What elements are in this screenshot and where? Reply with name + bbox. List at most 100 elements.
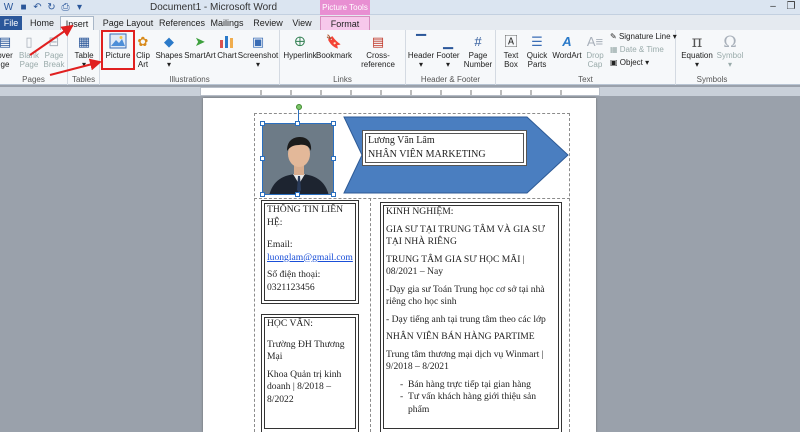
resize-handle-se[interactable] [331, 192, 336, 197]
job2-task-1: Bán hàng trực tiếp tại gian hàng [408, 379, 556, 392]
print-icon[interactable]: ⎙ [59, 1, 72, 14]
wordart-button[interactable]: A WordArt [552, 32, 582, 61]
symbol-button[interactable]: Ω Symbol ▾ [716, 32, 744, 69]
undo-icon[interactable]: ↶ [31, 1, 44, 14]
phone-label: Số điện thoại: [267, 269, 321, 280]
contact-info-box[interactable]: THÔNG TIN LIÊN HỆ: Email: luonglam@gmail… [261, 200, 359, 304]
tab-review[interactable]: Review [250, 16, 286, 30]
bookmark-icon: 🔖 [325, 33, 343, 49]
resize-handle-e[interactable] [331, 156, 336, 161]
job1-company: TRUNG TÂM GIA SƯ HỌC MÃI | 08/2021 – Nay [386, 253, 525, 278]
chart-icon [218, 32, 236, 50]
resize-handle-nw[interactable] [260, 121, 265, 126]
calendar-icon: ▦ [610, 45, 620, 54]
education-faculty: Khoa Quản trị kinh doanh | 8/2018 – 8/20… [267, 368, 342, 405]
ribbon-tabs: File Home Insert Page Layout References … [0, 15, 800, 30]
group-header-footer: ▔ Header ▾ ▁ Footer ▾ # Page Number Head… [406, 30, 496, 85]
ruler-margin-right [600, 87, 800, 96]
candidate-position: NHÂN VIÊN MARKETING [368, 149, 486, 160]
tab-format[interactable]: Format [320, 16, 370, 30]
experience-box[interactable]: KINH NGHIỆM: GIA SƯ TẠI TRUNG TÂM VÀ GIA… [380, 202, 562, 432]
group-label-illustrations: Illustrations [169, 75, 210, 84]
candidate-name: Lương Văn Lâm [368, 135, 435, 146]
footer-icon: ▁ [443, 33, 453, 49]
resize-handle-n[interactable] [295, 121, 300, 126]
arrow-to-insert-tab [29, 24, 74, 56]
object-button[interactable]: ▣ Object ▾ [610, 58, 649, 68]
email-link[interactable]: luonglam@gmail.com [267, 252, 353, 263]
arrow-to-picture-button [49, 58, 102, 76]
resize-handle-ne[interactable] [331, 121, 336, 126]
group-symbols: π Equation ▾ Ω Symbol ▾ Symbols [676, 30, 748, 85]
screenshot-icon: ▣ [251, 33, 265, 49]
cross-reference-button[interactable]: ▤ Cross-reference [352, 32, 404, 70]
redo-icon[interactable]: ↻ [45, 1, 58, 14]
page-number-icon: # [474, 33, 482, 49]
shapes-icon: ◆ [164, 33, 174, 49]
education-school: Trường ĐH Thương Mại [267, 338, 345, 363]
date-time-button[interactable]: ▦ Date & Time [610, 45, 664, 55]
rotation-handle[interactable] [296, 104, 302, 110]
group-label-text: Text [578, 75, 593, 84]
screenshot-button[interactable]: ▣ Screenshot ▾ [238, 32, 278, 70]
experience-heading: KINH NGHIỆM: [386, 206, 454, 217]
globe-link-icon: 🜨 [294, 33, 306, 49]
tab-references[interactable]: References [158, 16, 206, 30]
job2-company: Trung tâm thương mại dịch vụ Winmart | 9… [386, 348, 544, 373]
cross-reference-icon: ▤ [371, 33, 385, 49]
minimize-button[interactable]: – [764, 0, 782, 14]
resize-handle-s[interactable] [295, 192, 300, 197]
hyperlink-button[interactable]: 🜨 Hyperlink [282, 32, 318, 61]
education-heading: HỌC VẤN: [267, 318, 313, 329]
education-box[interactable]: HỌC VẤN: Trường ĐH Thương Mại Khoa Quản … [261, 314, 359, 432]
page-number-button[interactable]: # Page Number [462, 32, 494, 70]
drop-cap-icon: A≡ [586, 33, 604, 49]
word-app-icon[interactable]: W [2, 1, 15, 14]
smartart-button[interactable]: ➤ SmartArt [184, 32, 216, 61]
group-label-symbols: Symbols [696, 75, 728, 84]
profile-photo[interactable] [262, 123, 334, 195]
resize-handle-w[interactable] [260, 156, 265, 161]
ruler-margin-left [0, 87, 200, 96]
bookmark-button[interactable]: 🔖 Bookmark [316, 32, 352, 61]
tab-file[interactable]: File [0, 16, 22, 30]
person-photo-image [263, 124, 333, 194]
group-links: 🜨 Hyperlink 🔖 Bookmark ▤ Cross-reference… [280, 30, 406, 85]
job2-task-2: Tư vấn khách hàng giới thiệu sản phẩm [408, 391, 556, 416]
pi-icon: π [691, 31, 703, 51]
equation-button[interactable]: π Equation ▾ [680, 32, 714, 69]
email-label: Email: [267, 239, 293, 250]
clip-art-icon: ✿ [137, 33, 149, 49]
header-icon: ▔ [416, 33, 426, 49]
header-button[interactable]: ▔ Header ▾ [408, 32, 434, 70]
job2-title: NHÂN VIÊN BÁN HÀNG PARTIME [386, 331, 535, 342]
text-box-icon: 🄰 [504, 33, 518, 49]
signature-line-button[interactable]: ✎ Signature Line ▾ [610, 32, 677, 42]
picture-tools-context-label: Picture Tools [320, 0, 370, 15]
job1-task-2: - Dạy tiếng anh tại trung tâm theo các l… [386, 313, 546, 325]
table-gridline-col [370, 198, 371, 432]
shapes-button[interactable]: ◆ Shapes ▾ [155, 32, 182, 70]
tab-mailings[interactable]: Mailings [206, 16, 248, 30]
drop-cap-button[interactable]: A≡ Drop Cap [584, 32, 606, 70]
group-text: 🄰 Text Box ☰ Quick Parts A WordArt A≡ Dr… [496, 30, 677, 85]
cover-page-button[interactable]: ▤ over ge [0, 32, 14, 70]
qat-dropdown-icon[interactable]: ▾ [73, 1, 86, 14]
group-label-links: Links [333, 75, 352, 84]
title-bar: W ■ ↶ ↻ ⎙ ▾ Document1 - Microsoft Word P… [0, 0, 800, 15]
horizontal-ruler[interactable] [200, 87, 600, 96]
quick-parts-button[interactable]: ☰ Quick Parts [524, 32, 550, 70]
save-icon[interactable]: ■ [17, 1, 30, 14]
restore-button[interactable]: ❐ [782, 0, 800, 14]
clip-art-button[interactable]: ✿ Clip Art [134, 32, 152, 70]
footer-button[interactable]: ▁ Footer ▾ [436, 32, 460, 70]
contact-heading: THÔNG TIN LIÊN HỆ: [267, 204, 344, 228]
resize-handle-sw[interactable] [260, 192, 265, 197]
annotation-arrows [29, 24, 102, 76]
text-box-button[interactable]: 🄰 Text Box [500, 32, 522, 70]
chart-button[interactable]: Chart [216, 32, 238, 60]
name-textbox[interactable]: Lương Văn Lâm NHÂN VIÊN MARKETING [362, 130, 527, 166]
job1-title: GIA SƯ TẠI TRUNG TÂM VÀ GIA SƯ TẠI NHÀ R… [386, 223, 545, 248]
tab-view[interactable]: View [286, 16, 318, 30]
smartart-icon: ➤ [194, 33, 206, 49]
